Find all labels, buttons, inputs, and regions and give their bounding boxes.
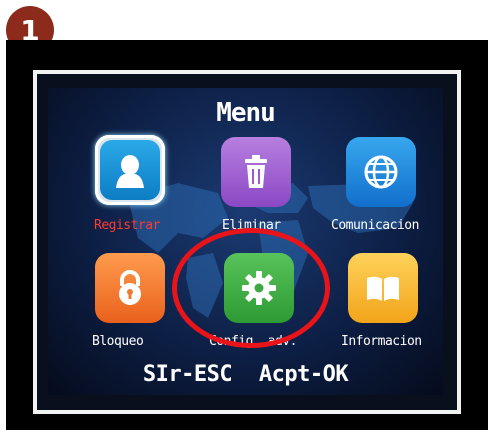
trash-icon <box>245 155 267 188</box>
user-icon <box>116 155 144 188</box>
menu-title: Menu <box>216 98 276 128</box>
globe-icon <box>364 155 398 189</box>
informacion-button[interactable] <box>348 253 418 323</box>
highlight-circle <box>172 228 330 348</box>
registrar-button[interactable] <box>95 135 165 205</box>
registrar-label: Registrar <box>94 218 160 233</box>
book-icon <box>367 276 399 301</box>
softkey-hint: SIr-ESC Acpt-OK <box>142 362 349 387</box>
eliminar-button[interactable] <box>221 137 291 207</box>
bloqueo-button[interactable] <box>95 253 165 323</box>
comunicacion-label: Comunicacion <box>331 218 419 233</box>
comunicacion-button[interactable] <box>346 137 416 207</box>
informacion-label: Informacion <box>341 334 422 349</box>
lock-icon <box>119 270 141 305</box>
bloqueo-label: Bloqueo <box>92 334 144 349</box>
